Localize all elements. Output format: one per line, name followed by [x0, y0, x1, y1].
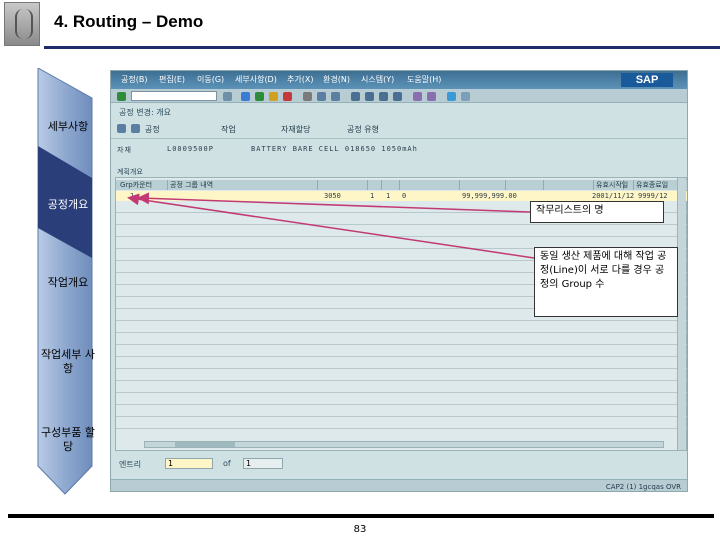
vertical-scrollbar[interactable] [677, 178, 686, 450]
prev-page-icon[interactable] [365, 92, 374, 101]
dropdown-icon[interactable] [223, 92, 232, 101]
status-bar: CAP2 (1) 1gcqas OVR [111, 479, 687, 491]
routing-type-button[interactable]: 공정 유형 [347, 124, 379, 135]
material-code: L0009500P [167, 145, 214, 153]
step-operation-detail: 작업세부 사항 [40, 348, 96, 375]
material-label: 자재 [117, 146, 132, 154]
step-operation-overview: 작업개요 [47, 276, 89, 289]
material-header: 자재 L0009500P BATTERY BARE CELL 018650 10… [111, 143, 687, 157]
entry-counter: 엔트리 1 of 1 [115, 457, 415, 471]
footer-divider [8, 514, 714, 518]
cell-status[interactable]: 1 [370, 192, 374, 200]
menu-bar: 공정(B) 편집(E) 이동(G) 세부사항(D) 추가(X) 환경(N) 시스… [111, 71, 687, 89]
page-number: 83 [353, 524, 367, 535]
callout-group-count: 동일 생산 제품에 대해 작업 공정(Line)이 서로 다를 경우 공정의 G… [534, 247, 678, 317]
menu-routing[interactable]: 공정(B) [121, 74, 147, 85]
grid-line [116, 404, 687, 405]
col-header-group-counter[interactable]: Grp카운터 [118, 180, 168, 190]
last-page-icon[interactable] [393, 92, 402, 101]
horizontal-scrollbar[interactable] [144, 441, 664, 448]
grid-caption: 계획개요 [117, 168, 143, 176]
overview-icon[interactable] [117, 124, 126, 133]
grid-line [116, 224, 687, 225]
table-row[interactable]: 1 3050 1 1 0 99,999,999.00 2001/11/12 99… [116, 191, 687, 201]
cell-plant[interactable]: 1 [386, 192, 390, 200]
first-page-icon[interactable] [351, 92, 360, 101]
col-header-group-desc[interactable]: 공정 그룹 내역 [168, 180, 318, 190]
application-toolbar: 공정 작업 자재할당 공정 유형 [111, 121, 687, 139]
cell-valid-from[interactable]: 2001/11/12 [592, 192, 634, 200]
grid-line [116, 356, 687, 357]
slide-title: 4. Routing – Demo [54, 12, 204, 31]
enter-icon[interactable] [117, 92, 126, 101]
col-header-valid-to[interactable]: 유효종료일 [634, 180, 678, 190]
scroll-thumb[interactable] [175, 442, 235, 447]
find-icon[interactable] [317, 92, 326, 101]
grid-line [116, 236, 687, 237]
entry-total: 1 [243, 458, 283, 469]
col-header-9[interactable] [544, 180, 594, 190]
menu-extras[interactable]: 추가(X) [287, 74, 313, 85]
title-divider [44, 46, 720, 49]
command-field[interactable] [131, 91, 217, 101]
grid-line [116, 344, 687, 345]
grid-header: Grp카운터 공정 그룹 내역 유효시작일 유효종료일 [116, 180, 687, 190]
menu-system[interactable]: 시스템(Y) [361, 74, 394, 85]
standard-toolbar [111, 89, 687, 103]
header-icon[interactable] [131, 124, 140, 133]
cancel-icon[interactable] [283, 92, 292, 101]
operation-button[interactable]: 작업 [221, 124, 236, 135]
status-text: CAP2 (1) 1gcqas OVR [605, 483, 681, 491]
next-page-icon[interactable] [379, 92, 388, 101]
back-icon[interactable] [255, 92, 264, 101]
print-icon[interactable] [303, 92, 312, 101]
col-header-7[interactable] [460, 180, 506, 190]
menu-environment[interactable]: 환경(N) [323, 74, 350, 85]
university-logo [4, 2, 40, 46]
new-session-icon[interactable] [413, 92, 422, 101]
col-header-valid-from[interactable]: 유효시작일 [594, 180, 628, 190]
callout-task-list-name: 작무리스트의 명 [530, 201, 664, 223]
menu-details[interactable]: 세부사항(D) [235, 74, 277, 85]
col-header-4[interactable] [368, 180, 382, 190]
grid-line [116, 332, 687, 333]
col-header-8[interactable] [506, 180, 544, 190]
entry-input[interactable]: 1 [165, 458, 213, 469]
layout-icon[interactable] [461, 92, 470, 101]
shortcut-icon[interactable] [427, 92, 436, 101]
routing-button[interactable]: 공정 [145, 124, 160, 135]
step-detail: 세부사항 [47, 120, 89, 133]
save-icon[interactable] [241, 92, 250, 101]
cell-group-counter[interactable]: 1 [130, 192, 134, 200]
grid-line [116, 392, 687, 393]
menu-edit[interactable]: 편집(E) [159, 74, 185, 85]
cell-from-lot[interactable]: 0 [402, 192, 406, 200]
col-header-11[interactable] [624, 180, 634, 190]
cell-usage[interactable]: 3050 [324, 192, 341, 200]
material-description: BATTERY BARE CELL 018650 1050mAh [251, 145, 418, 153]
screen-title: 공정 변경: 개요 [119, 108, 171, 117]
grid-line [116, 416, 687, 417]
col-header-5[interactable] [382, 180, 400, 190]
entry-label: 엔트리 [119, 460, 142, 469]
step-component-allocation: 구성부품 할당 [40, 426, 96, 453]
col-header-3[interactable] [318, 180, 368, 190]
material-allocation-button[interactable]: 자재할당 [281, 124, 310, 135]
menu-goto[interactable]: 이동(G) [197, 74, 224, 85]
exit-icon[interactable] [269, 92, 278, 101]
step-routing-overview: 공정개요 [47, 198, 89, 211]
grid-line [116, 380, 687, 381]
cell-to-lot[interactable]: 99,999,999.00 [462, 192, 517, 200]
grid-line [116, 428, 687, 429]
find-next-icon[interactable] [331, 92, 340, 101]
entry-of-label: of [223, 459, 231, 468]
menu-help[interactable]: 도움말(H) [407, 74, 441, 85]
sap-logo: SAP [621, 73, 673, 87]
grid-line [116, 320, 687, 321]
cell-valid-to[interactable]: 9999/12 [638, 192, 668, 200]
help-icon[interactable] [447, 92, 456, 101]
col-header-6[interactable] [400, 180, 460, 190]
grid-line [116, 368, 687, 369]
